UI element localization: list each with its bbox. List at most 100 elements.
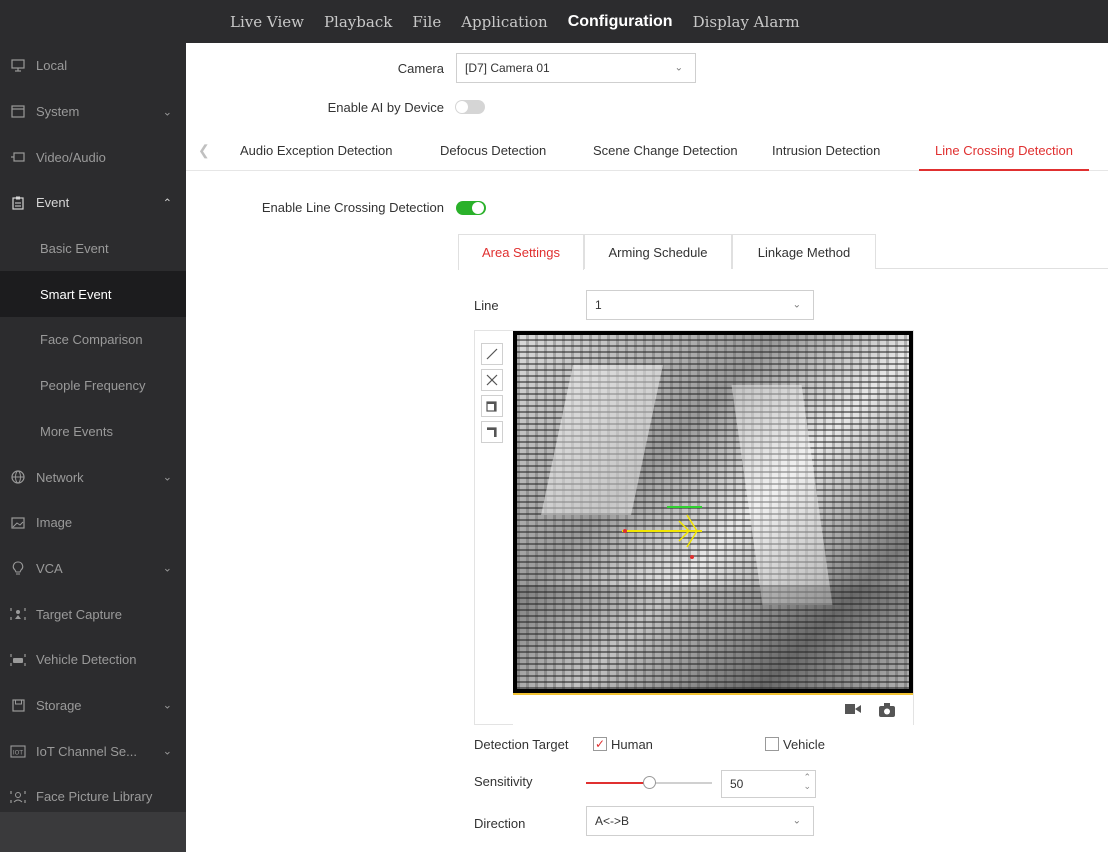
- crossing-line-overlay[interactable]: [517, 335, 909, 689]
- sidebar-item-label: Vehicle Detection: [36, 652, 137, 668]
- sidebar-item-label: Smart Event: [40, 286, 112, 302]
- globe-icon: [10, 469, 26, 485]
- direction-select-value: A<->B: [595, 814, 630, 828]
- sidebar-item-label: Event: [36, 195, 70, 211]
- sensitivity-slider-handle[interactable]: [643, 776, 656, 789]
- sidebar-item-label: Local: [36, 58, 68, 74]
- sidebar-item-vca[interactable]: VCA ⌄: [0, 546, 186, 592]
- tab-intrusion[interactable]: Intrusion Detection: [772, 131, 880, 171]
- line-select[interactable]: 1 ⌄: [586, 290, 814, 320]
- sidebar: Local System ⌄ Video/Audio Event ⌃ Basic…: [0, 43, 186, 852]
- image-icon: [10, 515, 26, 531]
- sidebar-item-smart-event[interactable]: Smart Event: [0, 271, 186, 318]
- sidebar-item-label: Face Picture Library: [36, 789, 153, 805]
- chevron-down-icon: ⌄: [162, 699, 172, 712]
- detection-target-label: Detection Target: [474, 737, 569, 752]
- enable-ai-label: Enable AI by Device: [327, 100, 444, 115]
- sidebar-item-label: More Events: [40, 423, 113, 439]
- region-icon-2[interactable]: [481, 421, 503, 443]
- sidebar-item-label: System: [36, 104, 80, 120]
- check-icon: ✓: [594, 737, 606, 751]
- sensitivity-label: Sensitivity: [474, 774, 533, 789]
- sidebar-item-iot-channel[interactable]: IOT IoT Channel Se... ⌄: [0, 728, 186, 774]
- tab-audio-exception[interactable]: Audio Exception Detection: [240, 131, 392, 171]
- enable-ai-toggle[interactable]: [455, 100, 485, 114]
- tab-defocus[interactable]: Defocus Detection: [440, 131, 546, 171]
- car-icon: [10, 652, 26, 668]
- sidebar-item-image[interactable]: Image: [0, 500, 186, 546]
- bulb-icon: [10, 560, 26, 576]
- nav-live-view[interactable]: Live View: [230, 13, 304, 31]
- sidebar-item-basic-event[interactable]: Basic Event: [0, 226, 186, 272]
- chevron-down-icon: ⌄: [674, 62, 683, 74]
- sidebar-item-storage[interactable]: Storage ⌄: [0, 683, 186, 729]
- tab-linkage-method[interactable]: Linkage Method: [732, 234, 876, 269]
- sidebar-item-local[interactable]: Local: [0, 43, 186, 89]
- nav-playback[interactable]: Playback: [324, 13, 392, 31]
- human-checkbox[interactable]: ✓: [593, 737, 607, 751]
- sidebar-item-vehicle-detection[interactable]: Vehicle Detection: [0, 637, 186, 683]
- top-nav: Live View Playback File Application Conf…: [230, 0, 820, 43]
- draw-line-icon[interactable]: [481, 343, 503, 365]
- chevron-down-icon: ⌄: [162, 106, 172, 119]
- video-toolbar: [513, 693, 913, 725]
- sidebar-item-label: People Frequency: [40, 378, 146, 394]
- sensitivity-slider-track[interactable]: [586, 776, 712, 789]
- tab-arming-schedule[interactable]: Arming Schedule: [584, 234, 732, 269]
- nav-file[interactable]: File: [412, 13, 441, 31]
- sensitivity-slider-fill: [586, 782, 649, 784]
- sidebar-item-label: Storage: [36, 697, 82, 713]
- svg-text:IOT: IOT: [13, 749, 23, 756]
- region-icon-1[interactable]: [481, 395, 503, 417]
- sidebar-item-label: Network: [36, 469, 84, 485]
- sensitivity-value: 50: [730, 777, 744, 791]
- enable-lcd-toggle[interactable]: [456, 201, 486, 215]
- top-bar: Live View Playback File Application Conf…: [0, 0, 1108, 43]
- sidebar-item-label: IoT Channel Se...: [36, 743, 137, 759]
- record-icon[interactable]: [845, 703, 861, 718]
- line-label: Line: [474, 298, 499, 313]
- sidebar-item-label: VCA: [36, 560, 63, 576]
- sidebar-footer: [0, 812, 186, 852]
- nav-configuration[interactable]: Configuration: [568, 13, 673, 31]
- monitor-icon: [10, 58, 26, 74]
- chevron-down-icon: ⌄: [162, 562, 172, 575]
- tab-scene-change[interactable]: Scene Change Detection: [593, 131, 738, 171]
- sidebar-item-label: Image: [36, 515, 73, 531]
- chevron-down-icon: ⌄: [792, 299, 801, 311]
- main-panel: Camera [D7] Camera 01 ⌄ Enable AI by Dev…: [186, 43, 1108, 852]
- enable-lcd-label: Enable Line Crossing Detection: [261, 200, 444, 215]
- direction-label: Direction: [474, 816, 526, 831]
- sidebar-item-face-comparison[interactable]: Face Comparison: [0, 317, 186, 363]
- camera-select[interactable]: [D7] Camera 01 ⌄: [456, 53, 696, 83]
- video-icon: [10, 149, 26, 165]
- camera-snapshot-icon[interactable]: [879, 703, 895, 720]
- tab-line-crossing[interactable]: Line Crossing Detection: [919, 131, 1090, 171]
- sidebar-item-people-frequency[interactable]: People Frequency: [0, 363, 186, 409]
- sidebar-item-video-audio[interactable]: Video/Audio: [0, 134, 186, 180]
- detection-tabs: ❮ Audio Exception Detection Defocus Dete…: [186, 131, 1108, 171]
- spinner-icon[interactable]: ⌃ ⌄: [803, 773, 811, 791]
- clear-icon[interactable]: [481, 369, 503, 391]
- nav-application[interactable]: Application: [461, 13, 548, 31]
- sidebar-item-more-events[interactable]: More Events: [0, 409, 186, 455]
- direction-select[interactable]: A<->B ⌄: [586, 806, 814, 836]
- nav-display-alarm[interactable]: Display Alarm: [693, 13, 800, 31]
- chevron-up-icon: ⌃: [162, 197, 172, 210]
- chevron-down-icon: ⌄: [162, 745, 172, 758]
- sidebar-item-network[interactable]: Network ⌄: [0, 454, 186, 500]
- sidebar-item-label: Face Comparison: [40, 332, 143, 348]
- window-icon: [10, 104, 26, 120]
- target-icon: [10, 606, 26, 622]
- tab-area-settings[interactable]: Area Settings: [458, 234, 584, 270]
- sensitivity-input[interactable]: 50 ⌃ ⌄: [721, 770, 816, 798]
- vehicle-checkbox[interactable]: [765, 737, 779, 751]
- sidebar-item-target-capture[interactable]: Target Capture: [0, 591, 186, 637]
- vehicle-label: Vehicle: [783, 737, 825, 752]
- sidebar-item-system[interactable]: System ⌄: [0, 89, 186, 135]
- sidebar-item-event[interactable]: Event ⌃: [0, 180, 186, 226]
- clipboard-icon: [10, 195, 26, 211]
- camera-video-feed[interactable]: [513, 331, 913, 693]
- chevron-left-icon[interactable]: ❮: [198, 142, 210, 159]
- drawing-tools: [481, 343, 505, 447]
